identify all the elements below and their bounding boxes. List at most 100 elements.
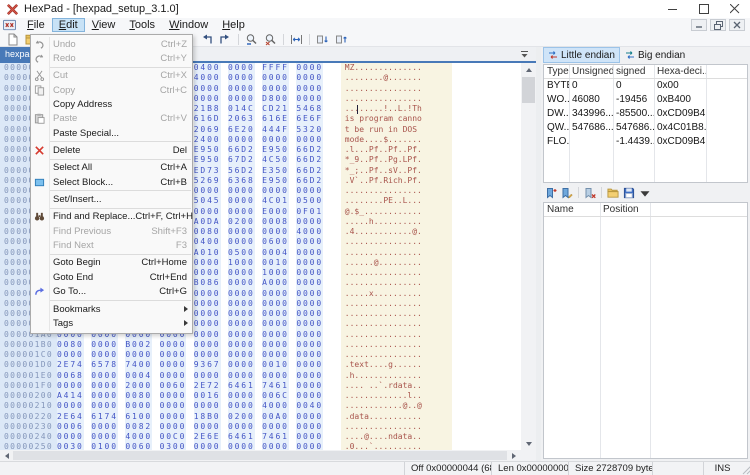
tab-little-endian[interactable]: Little endian bbox=[543, 47, 620, 63]
scroll-right-button[interactable] bbox=[507, 450, 520, 461]
hex-group: 4C50 bbox=[262, 155, 289, 165]
scroll-left-button[interactable] bbox=[0, 450, 13, 461]
menu-tools[interactable]: Tools bbox=[122, 18, 162, 32]
bookmark-add-icon[interactable] bbox=[545, 187, 557, 199]
hex-group: 0060 bbox=[125, 442, 152, 450]
mdi-close-button[interactable] bbox=[729, 19, 745, 31]
maximize-button[interactable] bbox=[688, 0, 719, 18]
hex-group: 0500 bbox=[228, 248, 255, 258]
menu-item-bookmarks[interactable]: Bookmarks bbox=[31, 302, 192, 316]
hex-row[interactable]: 000001F000000000200000602E72646174610000… bbox=[0, 381, 521, 391]
inspector-row-wo[interactable]: WO...46080-194560xB400 bbox=[544, 93, 747, 107]
next-tag-icon[interactable] bbox=[219, 33, 232, 46]
hex-group: 4000 bbox=[125, 432, 152, 442]
menu-item-copy[interactable]: CopyCtrl+C bbox=[31, 83, 192, 97]
hex-group: 0400 bbox=[194, 237, 221, 247]
hex-row[interactable]: 0000024000000000400000C02E6E646174610000… bbox=[0, 432, 521, 442]
hex-row[interactable]: 0000025000300100006003000000000000000000… bbox=[0, 442, 521, 450]
column-header-type[interactable]: Type bbox=[544, 65, 569, 78]
menu-item-goto-end[interactable]: Goto EndCtrl+End bbox=[31, 270, 192, 284]
hex-group: 0000 bbox=[296, 371, 323, 381]
inspector-hex-value: 0x4C01B8... bbox=[654, 121, 706, 135]
scroll-up-button[interactable] bbox=[521, 63, 536, 76]
close-button[interactable] bbox=[719, 0, 750, 18]
fit-width-icon[interactable] bbox=[290, 33, 303, 46]
new-file-icon[interactable] bbox=[6, 33, 19, 46]
hex-row[interactable]: 00000200A41400000080000000160000006C0000… bbox=[0, 391, 521, 401]
hex-group: 0000 bbox=[160, 412, 187, 422]
column-header-unsigned[interactable]: Unsigned bbox=[569, 65, 613, 78]
hex-horizontal-scrollbar[interactable] bbox=[0, 450, 536, 461]
menu-item-redo[interactable]: RedoCtrl+Y bbox=[31, 51, 192, 65]
menu-item-paste-special[interactable]: Paste Special... bbox=[31, 126, 192, 140]
inspector-row-flo[interactable]: FLO...-1.4439...0xCD09B4... bbox=[544, 135, 747, 149]
menu-item-goto-begin[interactable]: Goto BeginCtrl+Home bbox=[31, 256, 192, 270]
hex-group: E950 bbox=[194, 145, 221, 155]
save-icon[interactable] bbox=[623, 187, 635, 199]
find-icon bbox=[31, 211, 48, 222]
tab-overflow-chevron-icon[interactable] bbox=[520, 50, 529, 59]
column-header-hexa-deci[interactable]: Hexa-deci... bbox=[654, 65, 706, 78]
dec-columns-icon[interactable] bbox=[335, 33, 348, 46]
bookmark-delete-icon[interactable] bbox=[584, 187, 596, 199]
minimize-button[interactable] bbox=[657, 0, 688, 18]
tab-big-endian[interactable]: Big endian bbox=[620, 47, 690, 63]
menu-item-select-all[interactable]: Select AllCtrl+A bbox=[31, 161, 192, 175]
column-header-signed[interactable]: signed bbox=[613, 65, 654, 78]
inspector-row-byte[interactable]: BYTE000x00 bbox=[544, 79, 747, 93]
menu-item-select-block[interactable]: Select Block...Ctrl+B bbox=[31, 175, 192, 189]
menu-item-find-next[interactable]: Find NextF3 bbox=[31, 238, 192, 252]
menu-item-undo[interactable]: UndoCtrl+Z bbox=[31, 37, 192, 51]
menu-edit[interactable]: Edit bbox=[52, 18, 85, 32]
dropdown-caret-icon[interactable] bbox=[639, 187, 651, 199]
zoom-select-icon[interactable] bbox=[245, 33, 258, 46]
hex-address: 00000200 bbox=[0, 391, 57, 401]
status-insert-mode[interactable]: INS bbox=[703, 462, 741, 475]
column-header-position[interactable]: Position bbox=[600, 203, 650, 216]
menu-item-go-to[interactable]: Go To...Ctrl+G bbox=[31, 285, 192, 299]
menu-item-find-previous[interactable]: Find PreviousShift+F3 bbox=[31, 224, 192, 238]
scroll-down-button[interactable] bbox=[521, 437, 536, 450]
vertical-scroll-thumb[interactable] bbox=[522, 77, 535, 103]
zoom-cancel-icon[interactable] bbox=[264, 33, 277, 46]
menu-item-delete[interactable]: DeleteDel bbox=[31, 143, 192, 157]
prev-tag-icon[interactable] bbox=[200, 33, 213, 46]
open-file-icon[interactable] bbox=[607, 187, 619, 199]
menu-item-copy-address[interactable]: Copy Address bbox=[31, 97, 192, 111]
menu-item-label: Go To... bbox=[48, 286, 159, 297]
hex-ascii: .....h.......... bbox=[341, 217, 452, 227]
hex-row[interactable]: 000001E000680000000400000000000000000000… bbox=[0, 371, 521, 381]
hex-row[interactable]: 0000023000060000008200000000000000000000… bbox=[0, 422, 521, 432]
inspector-row-qw[interactable]: QW...547686...547686...0x4C01B8... bbox=[544, 121, 747, 135]
hex-group: 0010 bbox=[262, 258, 289, 268]
column-header-name[interactable]: Name bbox=[544, 203, 600, 216]
menu-item-cut[interactable]: CutCtrl+X bbox=[31, 69, 192, 83]
resize-grip[interactable] bbox=[741, 462, 750, 475]
mdi-minimize-button[interactable] bbox=[691, 19, 707, 31]
hex-group: 0000 bbox=[228, 94, 255, 104]
hex-vertical-scrollbar[interactable] bbox=[521, 63, 536, 450]
hex-row[interactable]: 0000021000000000000000000000000040000040… bbox=[0, 401, 521, 411]
bookmark-edit-icon[interactable] bbox=[561, 187, 573, 199]
hex-row[interactable]: 000001B000800000B00200000000000000000000… bbox=[0, 340, 521, 350]
inspector-row-dw[interactable]: DW...343996...-85500...0xCD09B4... bbox=[544, 107, 747, 121]
menu-view[interactable]: View bbox=[85, 18, 123, 32]
menu-help[interactable]: Help bbox=[215, 18, 252, 32]
menu-separator bbox=[50, 300, 191, 301]
horizontal-scroll-thumb[interactable] bbox=[13, 451, 507, 460]
menu-item-paste[interactable]: PasteCtrl+V bbox=[31, 112, 192, 126]
document-icon[interactable] bbox=[3, 19, 16, 31]
menu-window[interactable]: Window bbox=[162, 18, 215, 32]
menu-file[interactable]: File bbox=[20, 18, 52, 32]
menu-item-find-and-replace[interactable]: Find and Replace...Ctrl+F, Ctrl+H bbox=[31, 210, 192, 224]
hex-group: 0000 bbox=[228, 299, 255, 309]
hex-row[interactable]: 000001D02E746578740000009367000000100000… bbox=[0, 360, 521, 370]
goto-icon bbox=[31, 286, 48, 297]
inc-columns-icon[interactable] bbox=[316, 33, 329, 46]
hex-row[interactable]: 000002202E6461746100000018B0020000A00000… bbox=[0, 412, 521, 422]
hex-row[interactable]: 000001C000000000000000000000000000000000… bbox=[0, 350, 521, 360]
menu-item-tags[interactable]: Tags bbox=[31, 316, 192, 330]
hex-group: 56D2 bbox=[228, 166, 255, 176]
mdi-restore-button[interactable] bbox=[710, 19, 726, 31]
menu-item-set-insert[interactable]: Set/Insert... bbox=[31, 192, 192, 206]
